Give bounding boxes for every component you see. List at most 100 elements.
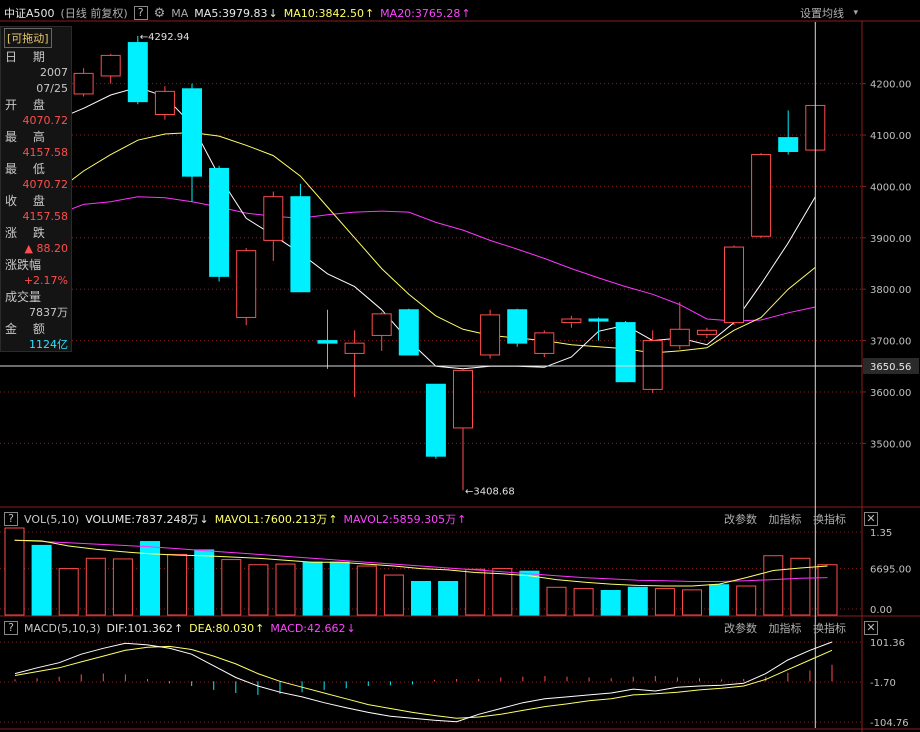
candle[interactable]: [642, 340, 663, 390]
volume-bar[interactable]: [492, 568, 513, 616]
volume-bar[interactable]: [58, 568, 79, 616]
low-label: 最 低: [5, 162, 51, 176]
volume-bar[interactable]: [736, 585, 757, 616]
volume-bar[interactable]: [790, 557, 811, 616]
vol-add-indicator-button[interactable]: 加指标: [769, 513, 802, 526]
price-tick-label: 4000.00: [870, 182, 911, 193]
candle[interactable]: [534, 332, 555, 354]
question-icon[interactable]: ?: [133, 6, 148, 20]
volume-bar[interactable]: [167, 553, 188, 616]
candle[interactable]: [73, 72, 94, 95]
volume-bar[interactable]: [709, 584, 730, 616]
volume-bar[interactable]: [654, 588, 675, 616]
volume-bar[interactable]: [302, 561, 323, 616]
candle[interactable]: [344, 342, 365, 354]
ma5-value: MA5:3979.83: [194, 6, 268, 20]
volume-bar[interactable]: [546, 586, 567, 616]
close-icon[interactable]: ✕: [864, 512, 878, 526]
volume-bar[interactable]: [194, 549, 215, 616]
info-panel[interactable]: [可拖动] 日 期 2007 07/25 开 盘 4070.72 最 高 415…: [0, 26, 72, 352]
gear-icon[interactable]: ⚙: [154, 6, 166, 21]
volume-bar[interactable]: [85, 557, 106, 616]
vol-mavol2: MAVOL2:5859.305万: [343, 513, 457, 526]
volume-bar[interactable]: [411, 580, 431, 616]
chevron-down-icon[interactable]: ▾: [853, 8, 858, 18]
macd-change-params-button[interactable]: 改参数: [724, 622, 757, 635]
volume-bar[interactable]: [763, 555, 784, 616]
candle[interactable]: [236, 250, 257, 318]
volume-bar[interactable]: [140, 541, 160, 616]
ma5-arrow-icon: ↓: [268, 6, 278, 20]
volume-bar[interactable]: [383, 574, 404, 616]
question-icon[interactable]: ?: [4, 621, 18, 635]
candle[interactable]: [453, 369, 473, 429]
volume-bar[interactable]: [356, 565, 377, 616]
high-label: 最 高: [5, 130, 51, 144]
question-icon[interactable]: ?: [4, 512, 18, 526]
macd-tick-label: -104.76: [870, 718, 909, 729]
candle[interactable]: [507, 309, 528, 344]
volume-bar[interactable]: [465, 568, 486, 616]
volume-bar[interactable]: [248, 564, 269, 616]
open-label: 开 盘: [5, 98, 51, 112]
volume-bar[interactable]: [4, 527, 25, 616]
volume-bar[interactable]: [573, 588, 594, 616]
candle[interactable]: [182, 88, 202, 177]
symbol-name: 中证A500: [4, 7, 55, 20]
volume-bar[interactable]: [275, 563, 296, 616]
volume-bar[interactable]: [31, 544, 52, 616]
candle[interactable]: [209, 167, 230, 277]
candle[interactable]: [751, 154, 772, 237]
candle[interactable]: [398, 309, 419, 356]
ma20-value: MA20:3765.28: [380, 6, 461, 20]
vol-change-params-button[interactable]: 改参数: [724, 513, 757, 526]
candle[interactable]: [615, 322, 636, 383]
candle[interactable]: [425, 383, 446, 457]
price-tick-label: 3900.00: [870, 234, 911, 245]
settings-ma-button[interactable]: 设置均线: [800, 5, 844, 21]
macd-tick-label: 101.36: [870, 638, 905, 649]
volume-bar[interactable]: [112, 558, 133, 616]
volume-bar[interactable]: [329, 561, 350, 616]
close-value: 4157.58: [22, 210, 69, 223]
candle[interactable]: [561, 318, 582, 324]
macd-tick-label: -1.70: [870, 678, 896, 689]
volume-bar[interactable]: [682, 589, 702, 616]
vol-mavol1: MAVOL1:7600.213万: [214, 513, 328, 526]
vol-switch-indicator-button[interactable]: 换指标: [813, 513, 846, 526]
volume-bar[interactable]: [600, 590, 621, 616]
period-mode[interactable]: (日线 前复权): [61, 5, 128, 21]
candle[interactable]: [290, 196, 311, 293]
candle[interactable]: [127, 42, 148, 103]
candle[interactable]: [588, 318, 609, 322]
ma-indicator-label[interactable]: MA: [171, 7, 188, 20]
candle[interactable]: [317, 340, 338, 344]
candle[interactable]: [371, 313, 392, 336]
close-icon[interactable]: ✕: [864, 621, 878, 635]
macd-title: MACD(5,10,3): [24, 621, 101, 635]
vol-arrow-icon: ↓: [199, 512, 209, 526]
ma10-arrow-icon: ↑: [364, 6, 375, 20]
ma5-line: [56, 86, 816, 370]
vol-volume: VOLUME:7837.248万: [85, 513, 199, 526]
macd-value: MACD:42.662: [270, 621, 346, 635]
candle[interactable]: [480, 314, 501, 356]
ma10-value: MA10:3842.50: [283, 6, 364, 20]
candle[interactable]: [696, 329, 717, 335]
candle[interactable]: [154, 90, 175, 115]
macd-dea-line: [14, 645, 833, 719]
low-value: 4070.72: [22, 178, 69, 191]
candle[interactable]: [100, 54, 121, 77]
drag-handle[interactable]: [可拖动]: [4, 28, 52, 48]
volume-bar[interactable]: [438, 580, 459, 616]
volume-bar[interactable]: [519, 570, 540, 616]
volume-bar[interactable]: [817, 564, 838, 616]
candle[interactable]: [724, 246, 744, 324]
volume-bar[interactable]: [221, 559, 242, 616]
volume-bar[interactable]: [627, 586, 648, 616]
macd-add-indicator-button[interactable]: 加指标: [769, 622, 802, 635]
candle[interactable]: [669, 328, 690, 347]
candle[interactable]: [263, 196, 284, 241]
macd-switch-indicator-button[interactable]: 换指标: [813, 622, 846, 635]
candle[interactable]: [778, 137, 799, 152]
